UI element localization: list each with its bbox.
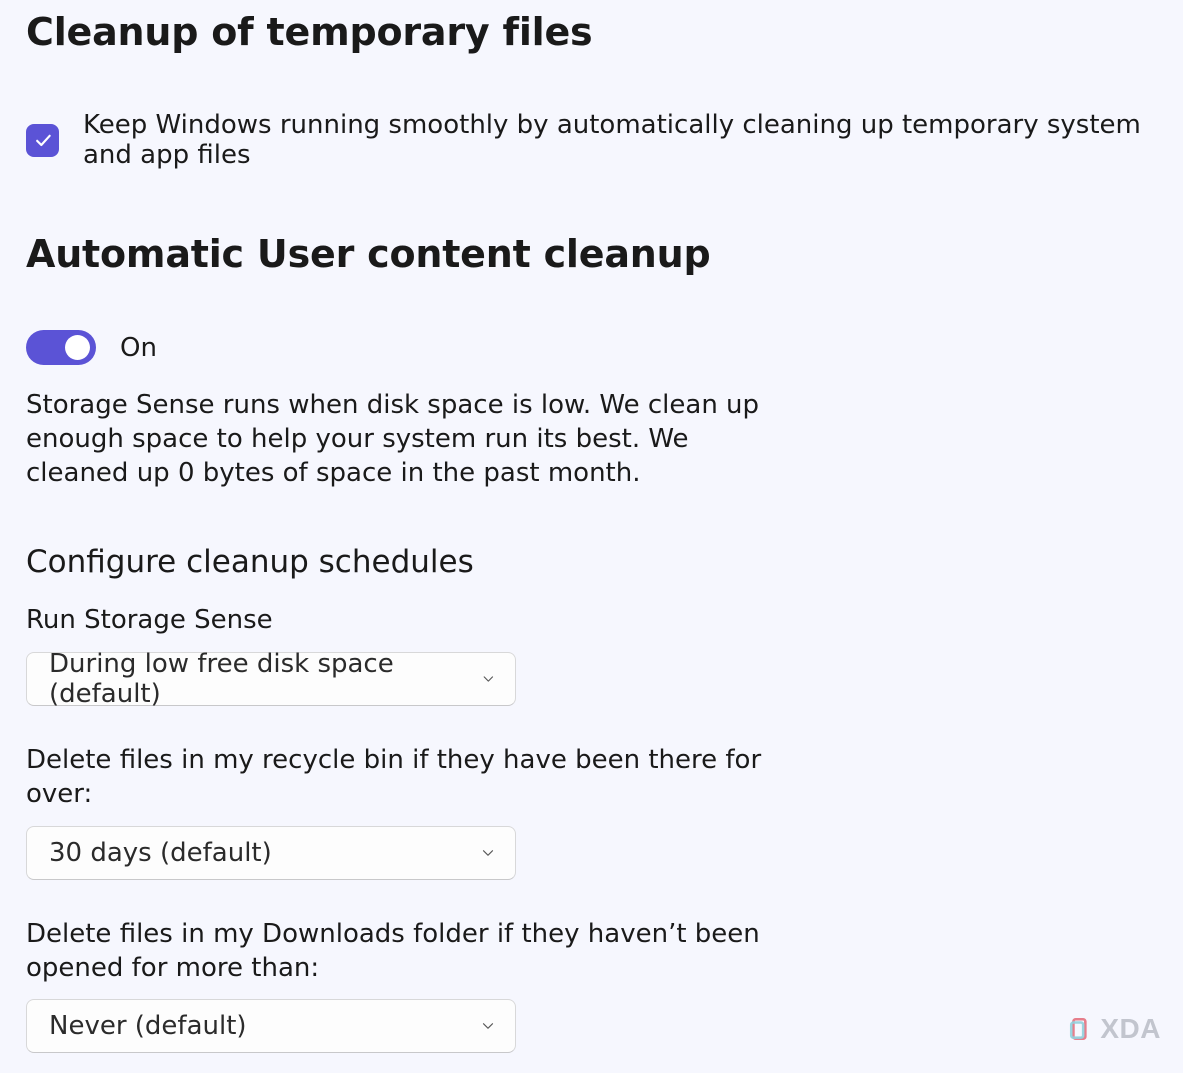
run-storage-sense-label: Run Storage Sense [26, 604, 786, 638]
downloads-field: Delete files in my Downloads folder if t… [26, 918, 1157, 1054]
downloads-value: Never (default) [49, 1011, 247, 1041]
recycle-bin-dropdown[interactable]: 30 days (default) [26, 826, 516, 880]
storage-sense-description: Storage Sense runs when disk space is lo… [26, 389, 796, 490]
recycle-bin-value: 30 days (default) [49, 838, 272, 868]
downloads-dropdown[interactable]: Never (default) [26, 999, 516, 1053]
chevron-down-icon [479, 1017, 497, 1035]
storage-sense-toggle-row: On [26, 330, 1157, 365]
recycle-bin-field: Delete files in my recycle bin if they h… [26, 744, 1157, 880]
run-storage-sense-field: Run Storage Sense During low free disk s… [26, 604, 1157, 706]
xda-logo-icon [1068, 1016, 1094, 1042]
cleanup-temp-files-heading: Cleanup of temporary files [26, 10, 1157, 54]
recycle-bin-label: Delete files in my recycle bin if they h… [26, 744, 786, 812]
run-storage-sense-dropdown[interactable]: During low free disk space (default) [26, 652, 516, 706]
checkmark-icon [33, 130, 53, 150]
downloads-label: Delete files in my Downloads folder if t… [26, 918, 786, 986]
configure-schedules-heading: Configure cleanup schedules [26, 544, 1157, 580]
storage-sense-toggle[interactable] [26, 330, 96, 365]
xda-watermark: XDA [1068, 1013, 1161, 1045]
auto-user-cleanup-heading: Automatic User content cleanup [26, 232, 1157, 276]
auto-clean-checkbox-label: Keep Windows running smoothly by automat… [83, 110, 1157, 170]
auto-clean-checkbox[interactable] [26, 124, 59, 157]
chevron-down-icon [480, 670, 497, 688]
chevron-down-icon [479, 844, 497, 862]
storage-sense-toggle-label: On [120, 333, 157, 363]
xda-watermark-text: XDA [1100, 1013, 1161, 1045]
run-storage-sense-value: During low free disk space (default) [49, 649, 480, 709]
auto-clean-checkbox-row: Keep Windows running smoothly by automat… [26, 110, 1157, 170]
